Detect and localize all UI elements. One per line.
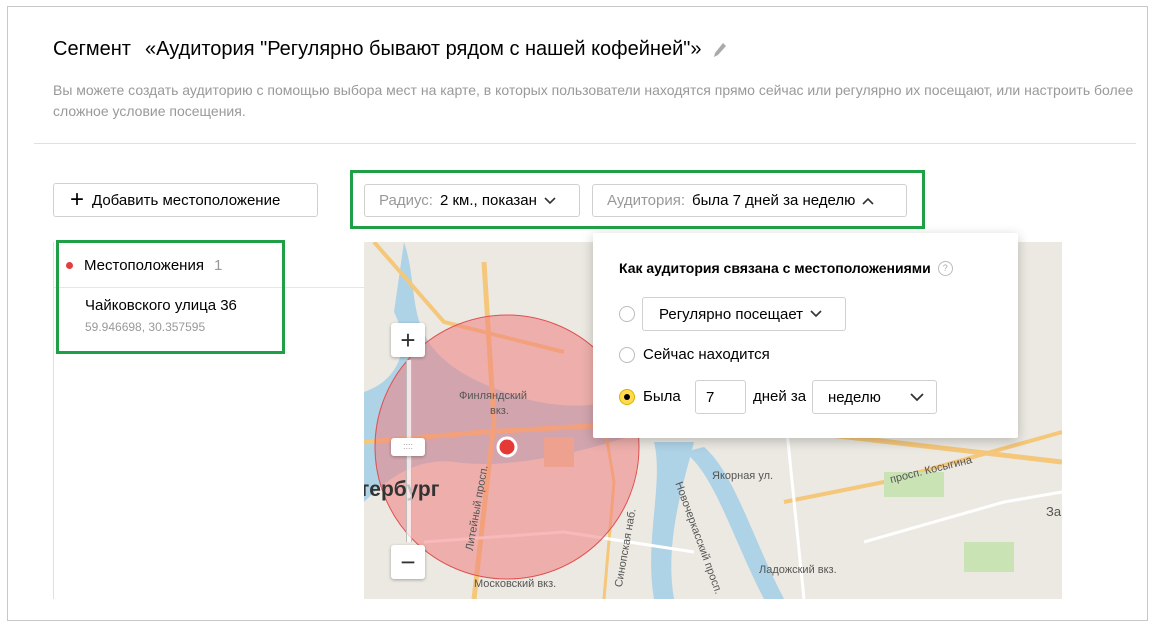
help-icon[interactable]: ? <box>937 260 953 276</box>
zoom-in-button[interactable]: + <box>391 323 425 357</box>
days-for-label: дней за <box>753 388 807 405</box>
radio-regular[interactable] <box>619 306 635 322</box>
plus-icon: + <box>70 186 85 213</box>
chevron-down-icon <box>810 310 822 318</box>
zoom-out-button[interactable]: − <box>391 545 425 579</box>
radio-was[interactable] <box>619 389 635 405</box>
map-label-side: За <box>1046 504 1062 519</box>
period-select-label: неделю <box>828 388 881 406</box>
add-location-button[interactable]: + Добавить местоположение <box>53 183 318 217</box>
regular-visit-select[interactable]: Регулярно посещает <box>642 297 846 331</box>
page-title: Сегмент «Аудитория "Регулярно бывают рядо… <box>53 38 702 60</box>
audience-popup-title: Как аудитория связана с местоположениями… <box>619 260 953 276</box>
option-was-label: Была <box>643 388 681 405</box>
page-description: Вы можете создать аудиторию с помощью вы… <box>53 82 1134 119</box>
audience-popup: Как аудитория связана с местоположениями… <box>593 233 1018 438</box>
regular-visit-select-label: Регулярно посещает <box>659 305 804 323</box>
page-title-row: Сегмент «Аудитория "Регулярно бывают рядо… <box>53 38 726 61</box>
days-input[interactable]: 7 <box>695 380 746 414</box>
pencil-icon[interactable] <box>713 42 726 57</box>
map-label-ladoga-station: Ладожский вкз. <box>759 564 837 576</box>
chevron-down-icon <box>910 392 924 401</box>
zoom-handle[interactable]: :::: <box>391 438 425 456</box>
option-now-label: Сейчас находится <box>643 346 770 363</box>
map-label-moscow-station: Московский вкз. <box>474 578 557 590</box>
highlight-box-filters <box>350 170 925 229</box>
highlight-box-locations <box>56 240 285 354</box>
period-select[interactable]: неделю <box>812 380 937 414</box>
divider <box>34 143 1136 144</box>
map-label-finland-station: Финляндский <box>459 390 528 402</box>
radio-now[interactable] <box>619 347 635 363</box>
map-label-finland-station-2: вкз. <box>490 405 509 417</box>
map-label-yakornaya: Якорная ул. <box>712 470 774 482</box>
add-location-label: Добавить местоположение <box>92 191 281 209</box>
map-city-label: тербург <box>364 478 440 501</box>
